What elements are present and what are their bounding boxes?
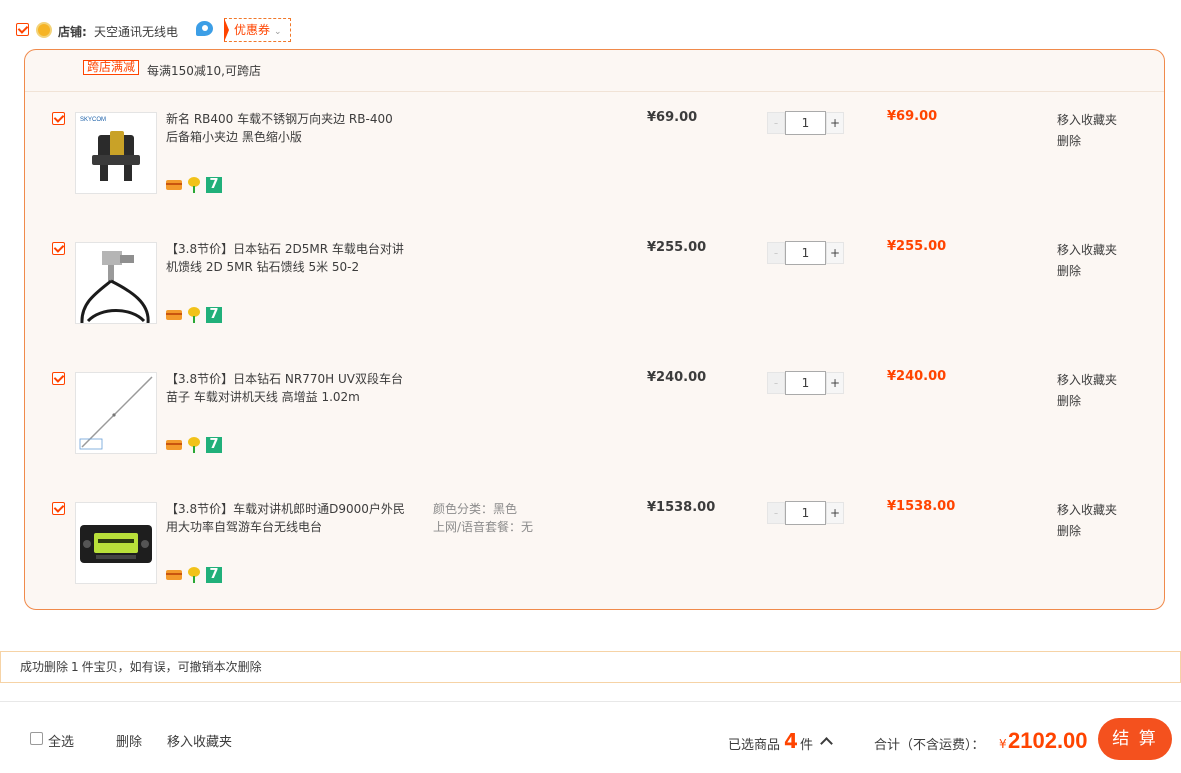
promo-row: 跨店满减 每满150减10,可跨店 <box>25 50 1164 92</box>
item-subtotal: ¥1538.00 <box>887 499 956 514</box>
item-operations: 移入收藏夹 删除 <box>1057 110 1117 152</box>
delete-link[interactable]: 删除 <box>1057 521 1117 542</box>
item-operations: 移入收藏夹 删除 <box>1057 370 1117 412</box>
move-to-favorites-link[interactable]: 移入收藏夹 <box>1057 500 1117 521</box>
flower-icon <box>186 437 202 453</box>
seven-day-return-icon: 7 <box>206 307 222 323</box>
flower-icon <box>186 177 202 193</box>
delete-link[interactable]: 删除 <box>1057 261 1117 282</box>
item-checkbox[interactable] <box>52 242 65 255</box>
qty-minus-button[interactable]: - <box>767 242 785 264</box>
undo-delete-notice: 成功删除 1 件宝贝，如有误，可撤销本次删除 <box>0 651 1181 683</box>
chevron-up-icon[interactable] <box>820 737 833 750</box>
checkout-bar: 全选 删除 移入收藏夹 已选商品 4 件 合计（不含运费）： ¥ 2102.00… <box>0 701 1181 773</box>
credit-card-icon <box>166 180 182 190</box>
qty-input[interactable]: 1 <box>785 111 826 135</box>
antenna-icon <box>79 376 153 450</box>
product-props: 颜色分类：黑色 上网/语音套餐：无 <box>433 502 534 534</box>
delete-link[interactable]: 删除 <box>1057 131 1117 152</box>
batch-move-to-favorites-link[interactable]: 移入收藏夹 <box>167 731 232 750</box>
delete-link[interactable]: 删除 <box>1057 391 1117 412</box>
currency-symbol: ¥ <box>999 737 1007 751</box>
shop-name-link[interactable]: 天空通讯无线电 <box>94 23 178 40</box>
product-title-link[interactable]: 【3.8节价】日本钻石 NR770H UV双段车台苗子 车载对讲机天线 高增益 … <box>166 370 408 406</box>
product-title-link[interactable]: 【3.8节价】车载对讲机郎时通D9000户外民用大功率自驾游车台无线电台 <box>166 500 408 536</box>
credit-card-icon <box>166 570 182 580</box>
selected-items-unit: 件 <box>800 738 814 753</box>
undo-count: 1 <box>71 660 79 674</box>
qty-minus-button[interactable]: - <box>767 502 785 524</box>
item-subtotal: ¥69.00 <box>887 109 938 124</box>
unit-price: ¥69.00 <box>647 110 698 125</box>
unit-price: ¥240.00 <box>647 370 707 385</box>
qty-plus-button[interactable]: + <box>826 372 844 394</box>
batch-delete-link[interactable]: 删除 <box>116 731 142 750</box>
move-to-favorites-link[interactable]: 移入收藏夹 <box>1057 110 1117 131</box>
qty-plus-button[interactable]: + <box>826 242 844 264</box>
chevron-down-icon: ⌄ <box>274 27 282 37</box>
coupon-label: 优惠券 <box>234 23 271 37</box>
cart-item: 【3.8节价】车载对讲机郎时通D9000户外民用大功率自驾游车台无线电台 颜色分… <box>25 490 1164 620</box>
shop-checkbox[interactable] <box>16 23 29 36</box>
credit-card-icon <box>166 440 182 450</box>
qty-minus-button[interactable]: - <box>767 372 785 394</box>
credit-card-icon <box>166 310 182 320</box>
flower-icon <box>186 567 202 583</box>
item-subtotal: ¥240.00 <box>887 369 947 384</box>
item-operations: 移入收藏夹 删除 <box>1057 240 1117 282</box>
svg-text:SKYCOM: SKYCOM <box>80 117 106 123</box>
coupon-dropdown[interactable]: 优惠券 ⌄ <box>224 18 291 42</box>
qty-plus-button[interactable]: + <box>826 112 844 134</box>
quantity-stepper: - 1 + <box>767 241 844 266</box>
product-title-link[interactable]: 【3.8节价】日本钻石 2D5MR 车载电台对讲机馈线 2D 5MR 钻石馈线 … <box>166 240 408 276</box>
product-image[interactable] <box>75 372 157 454</box>
shop-label: 店铺: <box>58 25 87 39</box>
quantity-stepper: - 1 + <box>767 501 844 526</box>
qty-input[interactable]: 1 <box>785 241 826 265</box>
seven-day-return-icon: 7 <box>206 567 222 583</box>
shop-order-box: 跨店满减 每满150减10,可跨店 SKYCOM 新名 RB400 车载不锈钢万… <box>24 49 1165 610</box>
chat-icon[interactable] <box>196 21 213 36</box>
seven-day-return-icon: 7 <box>206 437 222 453</box>
item-checkbox[interactable] <box>52 112 65 125</box>
product-title-link[interactable]: 新名 RB400 车载不锈钢万向夹边 RB-400 后备箱小夹边 黑色缩小版 <box>166 110 408 146</box>
select-all-checkbox[interactable] <box>30 732 43 745</box>
promo-text: 每满150减10,可跨店 <box>147 64 261 78</box>
radio-transceiver-icon <box>80 525 152 563</box>
shop-badge-icon <box>36 22 52 38</box>
item-subtotal: ¥255.00 <box>887 239 947 254</box>
qty-input[interactable]: 1 <box>785 371 826 395</box>
cart-item: 【3.8节价】日本钻石 2D5MR 车载电台对讲机馈线 2D 5MR 钻石馈线 … <box>25 230 1164 360</box>
flower-icon <box>186 307 202 323</box>
select-all-label[interactable]: 全选 <box>48 731 74 750</box>
qty-minus-button[interactable]: - <box>767 112 785 134</box>
total-amount: 2102.00 <box>1008 728 1088 753</box>
total-label: 合计（不含运费）： <box>874 738 985 753</box>
checkout-button[interactable]: 结 算 <box>1098 718 1172 760</box>
selected-items-label: 已选商品 <box>728 738 781 753</box>
quantity-stepper: - 1 + <box>767 111 844 136</box>
move-to-favorites-link[interactable]: 移入收藏夹 <box>1057 370 1117 391</box>
promo-tag: 跨店满减 <box>83 60 140 75</box>
qty-plus-button[interactable]: + <box>826 502 844 524</box>
quantity-stepper: - 1 + <box>767 371 844 396</box>
item-checkbox[interactable] <box>52 372 65 385</box>
undo-suffix-link[interactable]: 件宝贝，如有误，可撤销本次删除 <box>82 660 262 674</box>
product-image[interactable] <box>75 242 157 324</box>
product-image[interactable] <box>75 502 157 584</box>
item-operations: 移入收藏夹 删除 <box>1057 500 1117 542</box>
unit-price: ¥1538.00 <box>647 500 716 515</box>
seven-day-return-icon: 7 <box>206 177 222 193</box>
selected-items-count: 4 <box>784 729 798 753</box>
item-checkbox[interactable] <box>52 502 65 515</box>
undo-prefix: 成功删除 <box>20 660 69 674</box>
coax-cable-icon <box>80 251 150 323</box>
unit-price: ¥255.00 <box>647 240 707 255</box>
product-image[interactable]: SKYCOM <box>75 112 157 194</box>
qty-input[interactable]: 1 <box>785 501 826 525</box>
bracket-mount-icon: SKYCOM <box>80 117 140 181</box>
cart-item: SKYCOM 新名 RB400 车载不锈钢万向夹边 RB-400 后备箱小夹边 … <box>25 100 1164 230</box>
move-to-favorites-link[interactable]: 移入收藏夹 <box>1057 240 1117 261</box>
cart-item: 【3.8节价】日本钻石 NR770H UV双段车台苗子 车载对讲机天线 高增益 … <box>25 360 1164 490</box>
